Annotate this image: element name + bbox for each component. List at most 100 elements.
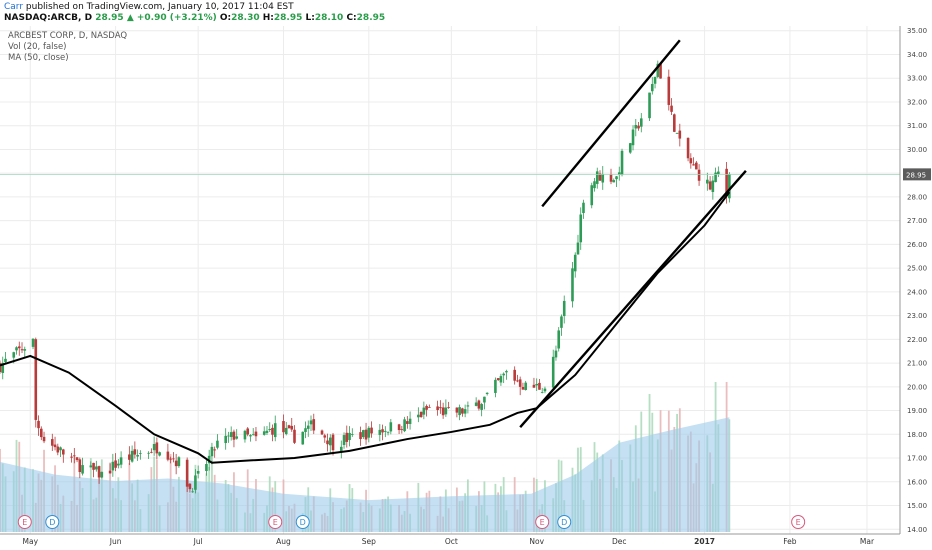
candle-body	[216, 440, 219, 448]
candle-body	[34, 339, 38, 420]
candle-body	[562, 300, 566, 317]
candle-body	[670, 105, 673, 112]
candle-body	[39, 428, 43, 438]
candle-body	[601, 174, 605, 183]
candle-body	[232, 431, 236, 440]
candle-body	[185, 459, 189, 487]
candle-body	[419, 411, 423, 418]
earnings-icon-letter: E	[273, 518, 278, 527]
candle-body	[20, 349, 24, 351]
candle-body	[480, 404, 483, 410]
candle-body	[708, 181, 712, 190]
candle-body	[306, 425, 310, 429]
candle-body	[637, 125, 640, 129]
candle-body	[620, 150, 624, 175]
price-tick-label: 18.00	[907, 431, 927, 439]
candle-body	[210, 446, 214, 457]
candle-body	[50, 439, 54, 446]
candle-body	[75, 457, 79, 461]
candle-body	[328, 437, 332, 446]
candle-body	[53, 444, 57, 448]
candle-body	[505, 371, 508, 373]
candle-body	[502, 373, 505, 376]
last-price-badge-label: 28.95	[906, 171, 926, 179]
candle-body	[494, 379, 497, 393]
candle-body	[378, 429, 382, 435]
price-tick-label: 23.00	[907, 312, 927, 320]
candle-body	[31, 338, 35, 347]
candle-body	[155, 442, 159, 454]
candle-body	[436, 406, 439, 411]
price-tick-label: 32.00	[907, 98, 927, 106]
candle-body	[406, 421, 409, 424]
candle-body	[262, 431, 266, 435]
candle-body	[133, 449, 137, 455]
candle-body	[95, 466, 98, 470]
candle-body	[100, 471, 104, 478]
time-tick-label: Mar	[860, 537, 875, 546]
price-tick-label: 26.00	[907, 241, 927, 249]
candle-body	[174, 460, 178, 467]
candle-body	[441, 407, 445, 416]
candle-body	[422, 407, 426, 415]
candle-body	[425, 405, 428, 410]
candle-body	[543, 388, 547, 392]
time-axis[interactable]: May Jun Jul Aug Sep Oct Nov Dec 2017 Feb Mar	[0, 533, 900, 546]
candle-body	[293, 429, 296, 443]
price-tick-label: 20.00	[907, 383, 927, 391]
candle-body	[650, 83, 654, 92]
candle-body	[463, 409, 467, 414]
price-tick-label: 31.00	[907, 122, 927, 130]
candle-body	[496, 378, 500, 381]
price-tick-label: 33.00	[907, 75, 927, 83]
candle-body	[227, 435, 230, 437]
candle-body	[576, 242, 580, 255]
candle-body	[521, 387, 525, 390]
price-tick-label: 19.00	[907, 407, 927, 415]
candle-body	[254, 431, 258, 437]
candle-body	[17, 346, 21, 349]
candle-body	[320, 430, 324, 435]
candle-body	[150, 451, 153, 453]
candle-body	[447, 407, 450, 408]
time-tick-label: Oct	[445, 537, 458, 546]
candle-body	[697, 169, 701, 181]
legend-ma: MA (50, close)	[8, 53, 69, 63]
price-axis[interactable]: 14.00 15.00 16.00 17.00 18.00 19.00 20.00 21.00…	[899, 26, 931, 534]
candle-body	[56, 446, 60, 453]
candle-body	[524, 382, 527, 391]
candle-body	[474, 402, 478, 406]
candle-body	[37, 420, 40, 429]
candle-body	[268, 429, 272, 431]
candle-body	[595, 171, 599, 184]
candle-body	[590, 185, 594, 206]
candle-body	[386, 432, 390, 434]
candle-body	[499, 376, 503, 383]
time-tick-label: Dec	[612, 537, 627, 546]
candle-body	[518, 379, 522, 387]
candle-body	[667, 76, 671, 105]
candle-body	[42, 436, 46, 442]
candle-body	[290, 425, 294, 430]
price-tick-label: 17.00	[907, 455, 927, 463]
candle-body	[439, 407, 442, 409]
candle-body	[62, 449, 65, 455]
candle-body	[78, 459, 82, 473]
candle-body	[304, 428, 307, 433]
candle-body	[444, 407, 448, 415]
candle-body	[224, 435, 227, 444]
earnings-icon-letter: E	[22, 518, 27, 527]
candle-body	[147, 452, 150, 454]
candle-body	[571, 268, 574, 302]
candle-body	[70, 456, 73, 458]
candle-body	[249, 435, 252, 437]
candle-body	[673, 114, 676, 132]
price-chart[interactable]: E D E D E D E 14.00 15.00 16.00 17.00 18.00 19.00 20…	[0, 0, 932, 550]
candle-body	[15, 347, 18, 351]
candle-body	[97, 466, 101, 478]
candle-body	[389, 422, 393, 432]
price-tick-label: 14.00	[907, 526, 927, 534]
candle-body	[194, 475, 197, 490]
candle-body	[706, 179, 709, 184]
earnings-icon-letter: E	[540, 518, 545, 527]
